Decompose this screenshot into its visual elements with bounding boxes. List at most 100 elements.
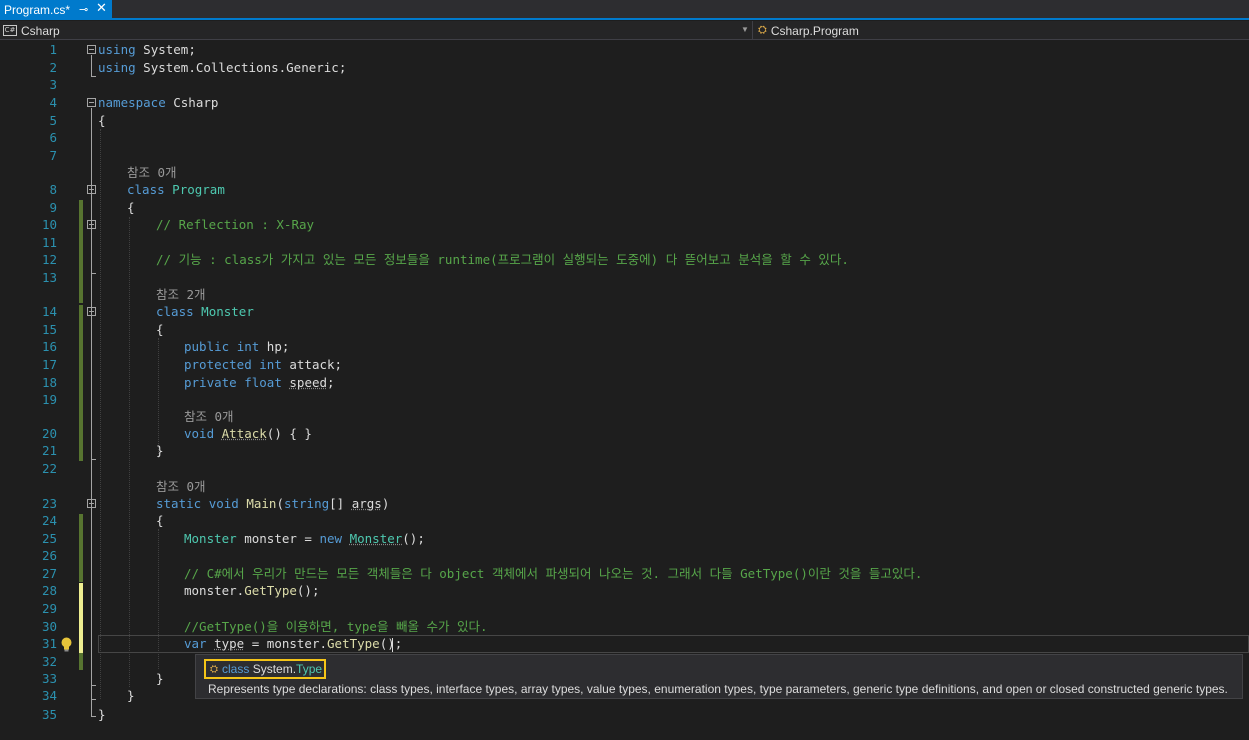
line-number: 6	[49, 130, 57, 145]
unsaved-change-mark	[79, 583, 83, 653]
line-number: 3	[49, 77, 57, 92]
text-caret	[392, 638, 393, 652]
code-line-2[interactable]: using System.Collections.Generic;	[98, 59, 346, 76]
codelens-references[interactable]: 참조 0개	[127, 164, 177, 181]
line-number: 24	[41, 513, 57, 528]
line-number: 35	[41, 707, 57, 722]
code-line-21[interactable]: }	[156, 442, 164, 459]
line-number: 8	[49, 182, 57, 197]
line-number: 27	[41, 566, 57, 581]
line-number: 29	[41, 601, 57, 616]
chevron-down-icon[interactable]: ▼	[741, 25, 749, 34]
collapse-icon[interactable]	[87, 185, 96, 194]
code-line-33[interactable]: }	[156, 670, 164, 687]
line-number: 20	[41, 426, 57, 441]
line-number: 15	[41, 322, 57, 337]
code-line-27[interactable]: // C#에서 우리가 만드는 모든 객체들은 다 object 객체에서 파생…	[184, 565, 922, 582]
class-icon: ⛭	[210, 663, 218, 675]
fold-end	[91, 273, 96, 274]
code-editor[interactable]: 1 2 3 4 5 6 7 8 9 10 11 12 13 14 15 16 17 18 19 20 21 22 23 24 2…	[0, 41, 1249, 740]
document-tab-strip: Program.cs* ⊸ ✕	[0, 0, 1249, 20]
line-number: 13	[41, 270, 57, 285]
close-icon[interactable]: ✕	[96, 1, 107, 16]
fold-end	[91, 76, 96, 77]
collapse-icon[interactable]	[87, 220, 96, 229]
saved-change-mark	[79, 305, 83, 461]
tooltip-signature: ⛭ class System. Type	[204, 659, 326, 679]
line-number: 19	[41, 392, 57, 407]
code-line-8[interactable]: class Program	[127, 181, 225, 198]
code-line-10[interactable]: // Reflection : X-Ray	[156, 216, 314, 233]
code-line-12[interactable]: // 기능 : class가 가지고 있는 모든 정보들을 runtime(프로…	[156, 251, 849, 268]
line-number: 17	[41, 357, 57, 372]
collapse-icon[interactable]	[87, 499, 96, 508]
code-line-23[interactable]: static void Main(string[] args)	[156, 495, 389, 512]
line-number: 5	[49, 113, 57, 128]
code-line-15[interactable]: {	[156, 321, 164, 338]
collapse-icon[interactable]	[87, 45, 96, 54]
project-name: Csharp	[21, 23, 60, 38]
codelens-references[interactable]: 참조 0개	[184, 408, 234, 425]
line-number: 1	[49, 42, 57, 57]
line-number: 12	[41, 252, 57, 267]
fold-end	[91, 716, 96, 717]
code-line-1[interactable]: using System;	[98, 41, 196, 58]
code-line-30[interactable]: //GetType()을 이용하면, type을 빼올 수가 있다.	[184, 618, 488, 635]
line-number: 28	[41, 583, 57, 598]
line-number: 4	[49, 95, 57, 110]
fold-line	[91, 108, 92, 716]
code-line-35[interactable]: }	[98, 706, 106, 723]
code-line-17[interactable]: protected int attack;	[184, 356, 342, 373]
collapse-icon[interactable]	[87, 98, 96, 107]
code-line-28[interactable]: monster.GetType();	[184, 582, 319, 599]
fold-end	[91, 459, 96, 460]
member-dropdown[interactable]: ⛭ Csharp.Program	[758, 22, 859, 39]
codelens-references[interactable]: 참조 0개	[156, 478, 206, 495]
code-line-16[interactable]: public int hp;	[184, 338, 289, 355]
code-line-14[interactable]: class Monster	[156, 303, 254, 320]
navbar-divider	[752, 21, 753, 40]
line-number: 10	[41, 217, 57, 232]
line-number: 31	[41, 636, 57, 651]
line-number: 30	[41, 619, 57, 634]
navigation-bar: C# Csharp ▼ ⛭ Csharp.Program	[0, 21, 1249, 40]
line-number: 2	[49, 60, 57, 75]
line-number: 7	[49, 148, 57, 163]
tab-program-cs[interactable]: Program.cs* ⊸ ✕	[0, 0, 112, 20]
code-line-18[interactable]: private float speed;	[184, 374, 335, 391]
code-line-25[interactable]: Monster monster = new Monster();	[184, 530, 425, 547]
codelens-references[interactable]: 참조 2개	[156, 286, 206, 303]
line-number: 16	[41, 339, 57, 354]
indent-guide	[100, 129, 101, 699]
fold-end	[91, 699, 96, 700]
project-dropdown[interactable]: C# Csharp	[3, 22, 752, 39]
csharp-project-icon: C#	[3, 25, 17, 36]
line-number: 22	[41, 461, 57, 476]
saved-change-mark	[79, 200, 83, 303]
code-line-31[interactable]: var type = monster.GetType();	[184, 635, 402, 652]
line-number: 21	[41, 443, 57, 458]
code-line-5[interactable]: {	[98, 112, 106, 129]
collapse-icon[interactable]	[87, 307, 96, 316]
indent-guide	[129, 217, 130, 687]
pin-icon[interactable]: ⊸	[79, 3, 88, 16]
line-number: 33	[41, 671, 57, 686]
saved-change-mark	[79, 653, 83, 670]
code-line-24[interactable]: {	[156, 512, 164, 529]
member-name: Csharp.Program	[770, 23, 859, 38]
code-line-9[interactable]: {	[127, 199, 135, 216]
line-number: 32	[41, 654, 57, 669]
line-number: 9	[49, 200, 57, 215]
indent-guide	[158, 338, 159, 458]
code-line-20[interactable]: void Attack() { }	[184, 425, 312, 442]
code-line-34[interactable]: }	[127, 687, 135, 704]
lightbulb-icon[interactable]	[60, 637, 73, 652]
line-number: 34	[41, 688, 57, 703]
line-number: 11	[41, 235, 57, 250]
code-line-4[interactable]: namespace Csharp	[98, 94, 218, 111]
indicator-margin	[0, 41, 20, 740]
line-number: 26	[41, 548, 57, 563]
line-number: 18	[41, 375, 57, 390]
fold-line	[91, 55, 92, 77]
fold-end	[91, 685, 96, 686]
